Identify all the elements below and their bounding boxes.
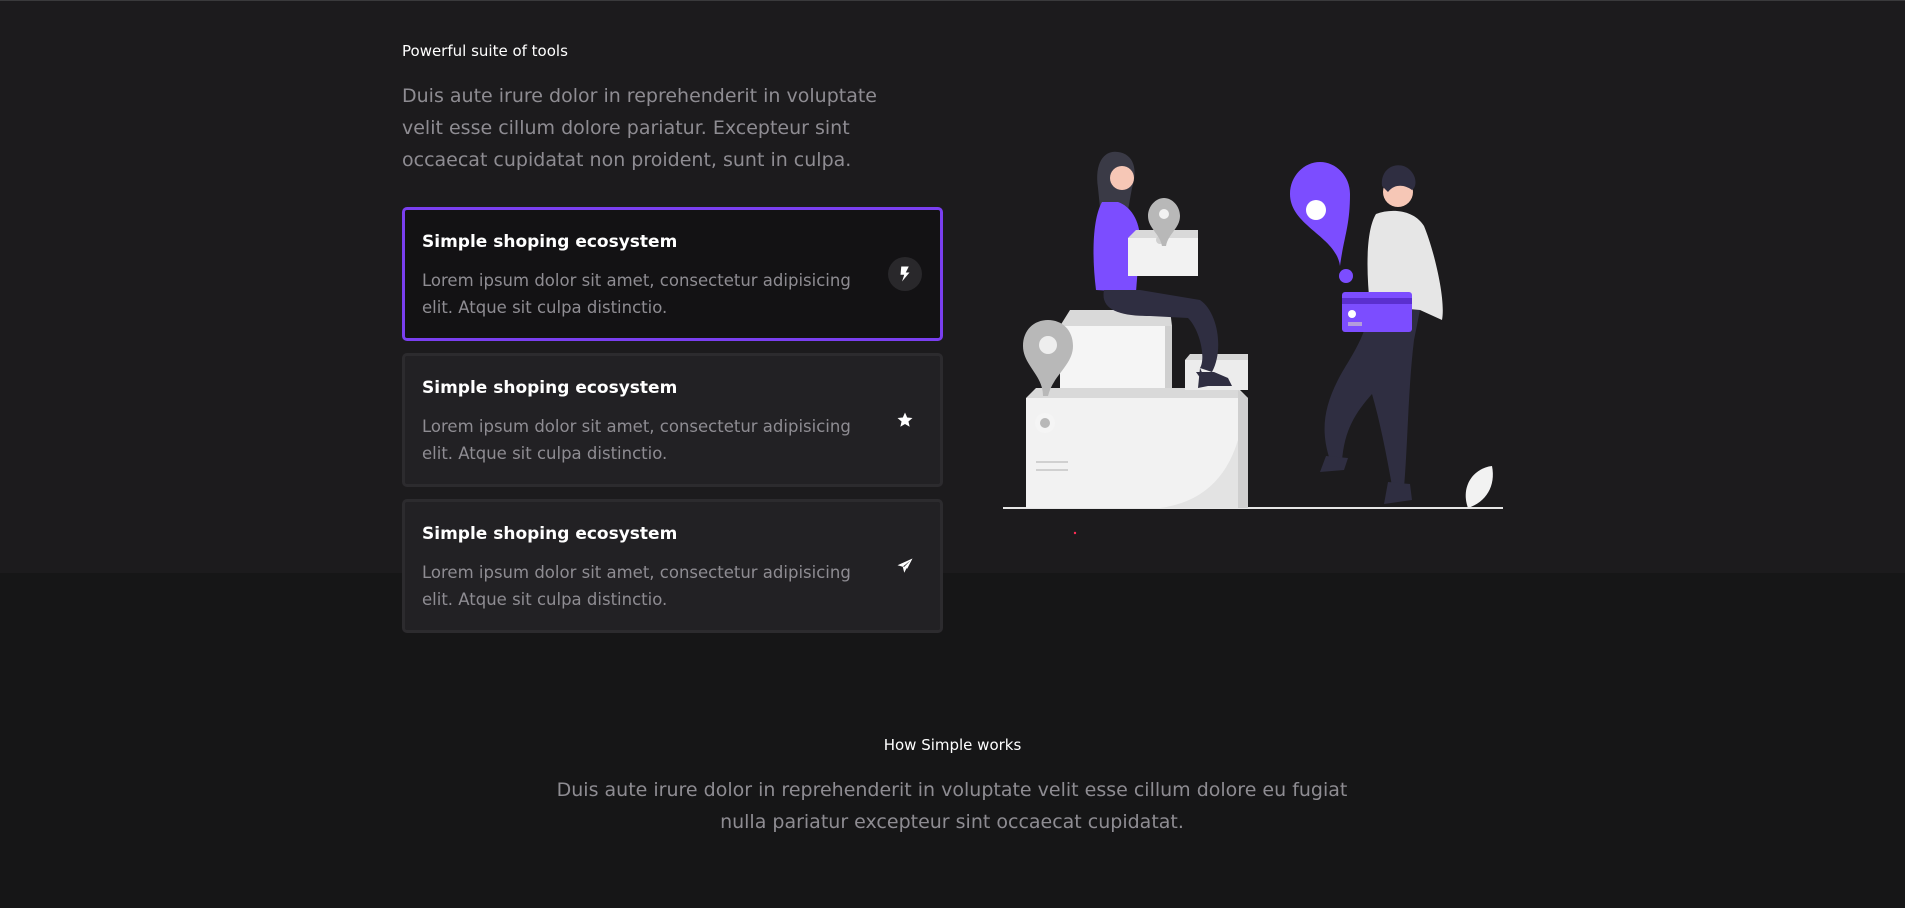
star-icon	[888, 403, 922, 437]
features-eyebrow: Powerful suite of tools	[402, 42, 568, 60]
feature-card-title: Simple shoping ecosystem	[422, 524, 678, 544]
paper-plane-icon	[888, 549, 922, 583]
feature-card-3[interactable]: Simple shoping ecosystem Lorem ipsum dol…	[402, 499, 943, 633]
lightning-icon	[888, 257, 922, 291]
feature-card-text: Lorem ipsum dolor sit amet, consectetur …	[422, 417, 851, 463]
shopping-illustration	[1003, 151, 1503, 535]
features-section	[0, 0, 1905, 573]
how-lead: Duis aute irure dolor in reprehenderit i…	[556, 779, 1348, 833]
feature-card-text: Lorem ipsum dolor sit amet, consectetur …	[422, 563, 851, 609]
features-lead: Duis aute irure dolor in reprehenderit i…	[402, 85, 877, 171]
feature-card-title: Simple shoping ecosystem	[422, 378, 678, 398]
box-medium	[1060, 326, 1172, 388]
feature-card-title: Simple shoping ecosystem	[422, 232, 678, 252]
how-eyebrow: How Simple works	[883, 736, 1022, 754]
feature-card-2[interactable]: Simple shoping ecosystem Lorem ipsum dol…	[402, 353, 943, 487]
leaf	[1465, 466, 1493, 508]
feature-card-1[interactable]: Simple shoping ecosystem Lorem ipsum dol…	[402, 207, 943, 341]
feature-card-text: Lorem ipsum dolor sit amet, consectetur …	[422, 271, 851, 317]
